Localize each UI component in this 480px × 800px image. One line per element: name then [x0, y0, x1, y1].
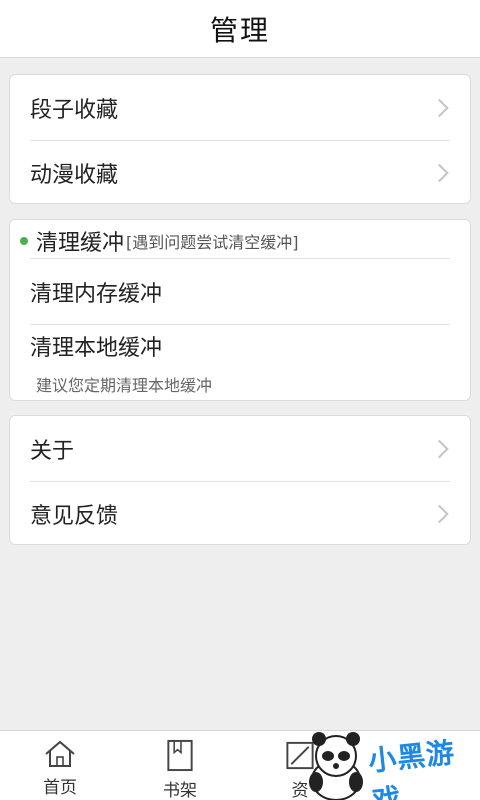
menu-item-label: 段子收藏 — [30, 97, 119, 123]
misc-card: 关于 意见反馈 — [9, 415, 471, 545]
menu-item-feedback[interactable]: 意见反馈 — [10, 481, 470, 546]
menu-item-label: 动漫收藏 — [30, 162, 119, 188]
menu-item-joke-favorites[interactable]: 段子收藏 — [10, 75, 470, 140]
menu-item-clear-local-cache[interactable]: 清理本地缓冲 — [10, 326, 470, 372]
tab-home[interactable]: 首页 — [0, 731, 120, 800]
menu-item-about[interactable]: 关于 — [10, 416, 470, 481]
panda-mascot-icon — [309, 732, 363, 800]
menu-item-label: 清理本地缓冲 — [30, 336, 163, 361]
watermark-text: 小黑游戏 — [366, 735, 457, 800]
cache-section-hint: [遇到问题尝试清空缓冲] — [126, 233, 299, 252]
menu-item-label: 关于 — [30, 438, 75, 464]
watermark: 小黑游戏 — [300, 730, 480, 800]
title-bar: 管理 — [0, 0, 480, 58]
tab-bookshelf[interactable]: 书架 — [120, 731, 240, 800]
cache-note: 建议您定期清理本地缓冲 — [36, 376, 213, 395]
chevron-right-icon — [430, 163, 449, 182]
chevron-right-icon — [430, 98, 449, 117]
bookshelf-icon — [167, 739, 193, 772]
cache-section-title: 清理缓冲 — [36, 231, 125, 256]
chevron-right-icon — [430, 439, 449, 458]
divider — [30, 258, 450, 259]
page-title: 管理 — [209, 13, 270, 47]
menu-item-clear-memory-cache[interactable]: 清理内存缓冲 — [10, 260, 470, 323]
favorites-card: 段子收藏 动漫收藏 — [9, 74, 471, 204]
cache-card: 清理缓冲 [遇到问题尝试清空缓冲] 清理内存缓冲 清理本地缓冲 建议您定期清理本… — [9, 219, 471, 401]
menu-item-anime-favorites[interactable]: 动漫收藏 — [10, 140, 470, 205]
tab-label: 书架 — [163, 781, 197, 800]
chevron-right-icon — [430, 504, 449, 523]
tab-label: 首页 — [43, 778, 77, 798]
cache-section-header: 清理缓冲 [遇到问题尝试清空缓冲] — [20, 226, 299, 256]
divider — [30, 324, 450, 325]
menu-item-label: 意见反馈 — [30, 503, 119, 529]
home-icon — [45, 740, 75, 767]
menu-item-label: 清理内存缓冲 — [30, 281, 163, 307]
green-dot-icon — [20, 237, 28, 245]
